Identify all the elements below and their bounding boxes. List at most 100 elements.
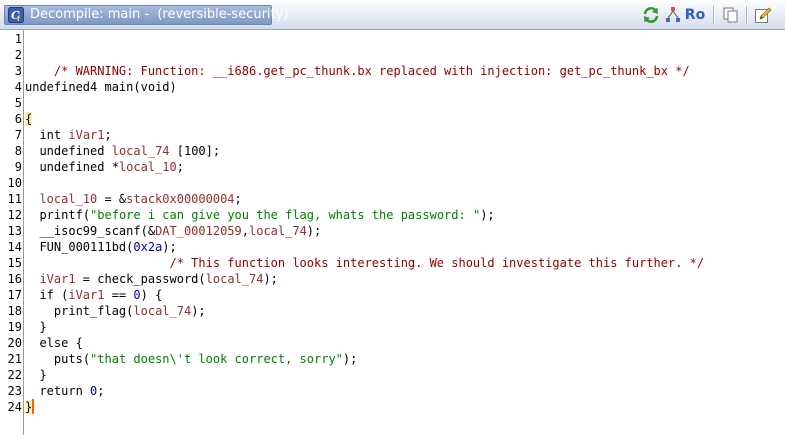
- code-line[interactable]: /* WARNING: Function: __i686.get_pc_thun…: [25, 47, 783, 78]
- punctuation: (: [82, 352, 91, 366]
- line-number: 5: [14, 96, 22, 110]
- punctuation: ,: [241, 224, 249, 238]
- variable-token[interactable]: local_10: [119, 160, 177, 174]
- code-line[interactable]: local_10 = &stack0x00000004;: [25, 191, 783, 207]
- string-literal[interactable]: "before i can give you the flag, whats t…: [90, 208, 480, 222]
- punctuation: );: [191, 304, 206, 318]
- function-call[interactable]: printf: [39, 208, 82, 222]
- text-cursor: [32, 399, 34, 414]
- string-literal[interactable]: "that doesn\'t look correct, sorry": [90, 352, 343, 366]
- code-line[interactable]: {: [25, 111, 783, 127]
- line-number: 14: [7, 240, 22, 254]
- variable-token[interactable]: local_74: [249, 224, 307, 238]
- line-number: 8: [14, 144, 22, 158]
- variable-token[interactable]: local_74: [206, 272, 264, 286]
- code-line[interactable]: return 0;: [25, 383, 783, 399]
- ghidra-decompiler-icon: C f: [8, 7, 24, 23]
- line-number: 11: [7, 192, 22, 206]
- punctuation: ;: [104, 128, 112, 142]
- line-number-gutter: 1 2 3 4 5 6 7 8 9 10 11 12 13 14 15 16 1…: [0, 30, 24, 435]
- code-line[interactable]: if (iVar1 == 0) {: [25, 287, 783, 303]
- function-call[interactable]: check_password: [97, 272, 198, 286]
- line-number: 4: [14, 80, 22, 94]
- code-line[interactable]: iVar1 = check_password(local_74);: [25, 271, 783, 287]
- copy-snapshot-button[interactable]: [722, 6, 740, 24]
- code-line[interactable]: }: [25, 399, 783, 415]
- decompiler-editor[interactable]: 1 2 3 4 5 6 7 8 9 10 11 12 13 14 15 16 1…: [0, 30, 785, 435]
- function-call[interactable]: FUN_000111bd: [39, 240, 126, 254]
- function-name[interactable]: main: [104, 80, 133, 94]
- punctuation: (: [53, 288, 69, 302]
- code-line[interactable]: undefined4 main(void): [25, 79, 783, 95]
- line-number: 19: [7, 320, 22, 334]
- line-number: 22: [7, 368, 22, 382]
- variable-token[interactable]: local_74: [133, 304, 191, 318]
- code-line[interactable]: print_flag(local_74);: [25, 303, 783, 319]
- operator: = &: [97, 192, 127, 206]
- code-line[interactable]: else {: [25, 335, 783, 351]
- line-number: 2: [14, 48, 22, 62]
- code-line[interactable]: printf("before i can give you the flag, …: [25, 207, 783, 223]
- pointer-star: *: [111, 160, 119, 174]
- variable-token[interactable]: iVar1: [68, 288, 104, 302]
- param-list: (void): [133, 80, 177, 94]
- code-line[interactable]: }: [25, 319, 783, 335]
- window-titlebar: C f Decompile: main - (reversible-securi…: [0, 0, 785, 30]
- code-line[interactable]: int iVar1;: [25, 127, 783, 143]
- number-literal[interactable]: 0x2a: [133, 240, 162, 254]
- variable-token[interactable]: local_10: [39, 192, 97, 206]
- toolbar-separator: [713, 6, 715, 24]
- number-literal[interactable]: 0: [133, 288, 140, 302]
- code-line[interactable]: __isoc99_scanf(&DAT_00012059,local_74);: [25, 223, 783, 239]
- punctuation: ;: [97, 384, 105, 398]
- keyword: if: [39, 288, 54, 302]
- read-only-toggle[interactable]: Ro: [684, 6, 706, 24]
- return-type[interactable]: undefined4: [25, 80, 97, 94]
- code-line[interactable]: undefined local_74 [100];: [25, 143, 783, 159]
- punctuation: );: [263, 272, 278, 286]
- function-call[interactable]: puts: [54, 352, 83, 366]
- line-number: 7: [14, 128, 22, 142]
- function-call[interactable]: __isoc99_scanf: [39, 224, 140, 238]
- punctuation: (&: [140, 224, 156, 238]
- variable-token[interactable]: local_74: [112, 144, 170, 158]
- variable-token[interactable]: iVar1: [39, 272, 75, 286]
- code-line[interactable]: FUN_000111bd(0x2a);: [25, 239, 783, 255]
- line-number: 10: [7, 176, 22, 190]
- line-number: 20: [7, 336, 22, 350]
- operator: ==: [104, 288, 134, 302]
- function-call[interactable]: print_flag: [54, 304, 126, 318]
- open-brace: {: [25, 112, 33, 126]
- punctuation: ;: [176, 160, 184, 174]
- line-number: 18: [7, 304, 22, 318]
- toolbar-separator: [746, 6, 748, 24]
- type-token[interactable]: undefined: [39, 144, 104, 158]
- punctuation: ;: [234, 192, 242, 206]
- line-number: 15: [7, 256, 22, 270]
- line-number: 3: [14, 64, 22, 78]
- line-number: 9: [14, 160, 22, 174]
- edit-button[interactable]: [754, 6, 772, 24]
- global-token[interactable]: DAT_00012059: [155, 224, 242, 238]
- line-number: 17: [7, 288, 22, 302]
- warning-comment: /* WARNING: Function: __i686.get_pc_thun…: [53, 64, 690, 78]
- code-line[interactable]: /* This function looks interesting. We s…: [25, 255, 783, 271]
- code-line[interactable]: undefined *local_10;: [25, 159, 783, 175]
- close-brace: }: [39, 368, 47, 382]
- keyword: else {: [39, 336, 83, 350]
- refresh-button[interactable]: [642, 6, 660, 24]
- type-token[interactable]: undefined: [39, 160, 104, 174]
- line-number: 24: [7, 400, 22, 414]
- line-number: 21: [7, 352, 22, 366]
- code-line[interactable]: puts("that doesn\'t look correct, sorry"…: [25, 351, 783, 367]
- variable-token[interactable]: iVar1: [68, 128, 104, 142]
- function-graph-button[interactable]: [664, 6, 682, 24]
- hint-comment: /* This function looks interesting. We s…: [169, 256, 705, 270]
- type-token[interactable]: int: [39, 128, 61, 142]
- code-line[interactable]: }: [25, 367, 783, 383]
- stack-token[interactable]: stack0x00000004: [126, 192, 234, 206]
- line-number: 13: [7, 224, 22, 238]
- ro-label: Ro: [684, 7, 706, 23]
- punctuation: (: [82, 208, 91, 222]
- copy-snapshot-icon: [723, 7, 738, 23]
